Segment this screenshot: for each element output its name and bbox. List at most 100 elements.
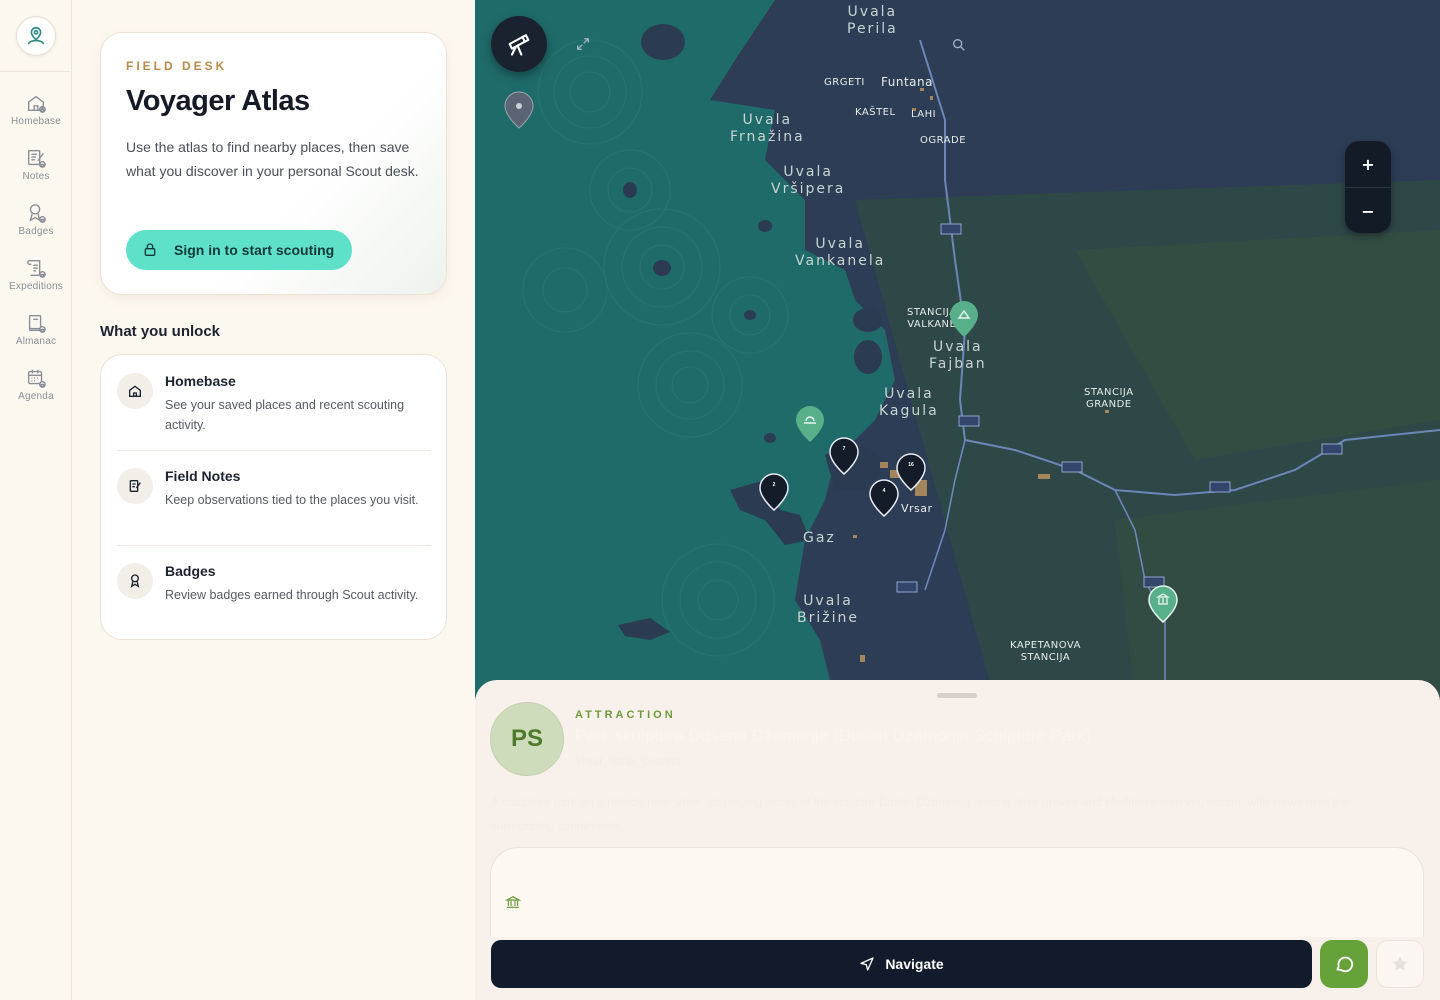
card-description: Use the atlas to find nearby places, the… xyxy=(126,139,419,179)
map-label-kapetanova: KAPETANOVA STANCIJA xyxy=(1010,640,1081,663)
map-label-kagula: Uvala Kagula xyxy=(879,386,939,419)
notes-icon xyxy=(27,149,46,168)
place-category: ATTRACTION xyxy=(575,709,676,721)
museum-icon xyxy=(505,895,521,908)
app-logo-button[interactable] xyxy=(16,16,56,56)
unlock-icon xyxy=(117,468,153,504)
map-label-kastel: KAŠTEL xyxy=(855,107,896,118)
home-icon xyxy=(129,385,141,397)
rail-label: Expeditions xyxy=(9,281,63,292)
rail-label: Almanac xyxy=(15,336,57,347)
chat-bubble-icon xyxy=(1336,956,1354,973)
rail-item-expeditions[interactable]: Expeditions xyxy=(0,255,72,305)
card-title: Voyager Atlas xyxy=(126,85,310,117)
cluster-count: 7 xyxy=(842,446,846,452)
unlock-icon xyxy=(117,373,153,409)
navigate-label: Navigate xyxy=(885,956,944,972)
side-panel: FIELD DESK Voyager Atlas Use the atlas t… xyxy=(72,0,475,1000)
notes-icon xyxy=(129,480,141,492)
navigation-arrow-icon xyxy=(860,957,874,971)
unlock-list: Homebase See your saved places and recen… xyxy=(100,354,447,640)
rail-item-agenda[interactable]: Agenda xyxy=(0,365,72,415)
scout-telescope-button[interactable] xyxy=(491,16,547,72)
unlock-title: Field Notes xyxy=(165,468,241,484)
map-label-ograde: OGRADE xyxy=(920,135,967,146)
cluster-pin[interactable]: 2 xyxy=(758,472,790,512)
unlock-title: Homebase xyxy=(165,373,236,389)
rail-item-homebase[interactable]: Homebase xyxy=(0,90,72,140)
rail-item-notes[interactable]: Notes xyxy=(0,145,72,195)
sheet-handle[interactable] xyxy=(937,693,977,698)
rail-label: Homebase xyxy=(11,116,61,127)
cluster-marker-icon xyxy=(869,479,899,517)
card-eyebrow: FIELD DESK xyxy=(126,59,228,73)
badge-icon xyxy=(130,574,140,588)
poi-pin-beach[interactable] xyxy=(794,404,826,444)
cluster-count: 2 xyxy=(772,482,776,488)
field-desk-card: FIELD DESK Voyager Atlas Use the atlas t… xyxy=(100,32,447,295)
place-description: A sculpture park on a hillside near Vrsa… xyxy=(491,795,1350,833)
star-icon xyxy=(1392,956,1408,971)
map-label-grgeti: GRGETI xyxy=(824,77,865,88)
unlock-heading: What you unlock xyxy=(100,323,220,340)
book-icon xyxy=(28,314,46,333)
unlock-icon xyxy=(117,563,153,599)
place-avatar: PS xyxy=(490,702,564,776)
cluster-pin[interactable]: 7 xyxy=(828,436,860,476)
divider xyxy=(117,450,431,451)
map-label-fajban: Uvala Fajban xyxy=(929,339,987,372)
map-label-funtana: Funtana xyxy=(881,75,933,89)
user-location-pin[interactable] xyxy=(503,90,535,130)
calendar-icon xyxy=(27,369,46,388)
cluster-marker-icon xyxy=(759,473,789,511)
zoom-in-button[interactable]: + xyxy=(1345,141,1391,187)
map-label-frnazina: Uvala Frnažina xyxy=(730,112,805,145)
sign-in-label: Sign in to start scouting xyxy=(174,242,335,258)
unlock-desc: See your saved places and recent scoutin… xyxy=(165,398,405,432)
unlock-desc: Review badges earned through Scout activ… xyxy=(165,588,419,602)
navigate-button[interactable]: Navigate xyxy=(491,940,1312,988)
map-label-perila: Uvala Perila xyxy=(847,4,898,37)
place-info-box xyxy=(490,847,1424,937)
rail-item-almanac[interactable]: Almanac xyxy=(0,310,72,360)
map-label-gaz: Gaz xyxy=(803,530,836,546)
nav-rail: Homebase Notes Badges Expeditions Almana… xyxy=(0,0,72,1000)
map-label-vrsipera: Uvala Vršipera xyxy=(771,164,846,197)
unlock-desc: Keep observations tied to the places you… xyxy=(165,493,419,507)
map-label-vrsar: Vrsar xyxy=(901,502,933,515)
expand-icon[interactable] xyxy=(575,36,591,52)
divider xyxy=(117,545,431,546)
rail-divider xyxy=(0,71,72,72)
map-label-vankanela: Uvala Vankanela xyxy=(795,236,886,269)
cluster-pin[interactable]: 4 xyxy=(868,478,900,518)
telescope-icon xyxy=(508,34,530,56)
rail-item-badges[interactable]: Badges xyxy=(0,200,72,250)
rail-label: Agenda xyxy=(18,391,54,402)
home-icon xyxy=(27,95,46,113)
scroll-icon xyxy=(27,259,46,278)
map-label-stancija-grande: STANCIJA GRANDE xyxy=(1084,387,1134,410)
zoom-out-button[interactable]: − xyxy=(1345,188,1391,234)
map-pin-user-icon xyxy=(27,26,45,45)
cluster-marker-icon xyxy=(829,437,859,475)
poi-pin-museum[interactable] xyxy=(1147,584,1179,624)
place-title: Park skulptura Dušana Džamonje (Dusan Dz… xyxy=(575,726,1091,745)
chat-button[interactable] xyxy=(1320,940,1368,988)
poi-pin-camping[interactable] xyxy=(948,299,980,339)
map-label-brizine: Uvala Brižine xyxy=(797,593,859,626)
cluster-count: 4 xyxy=(882,488,886,494)
cluster-count: 16 xyxy=(908,462,914,468)
sign-in-button[interactable]: Sign in to start scouting xyxy=(126,230,352,270)
place-sheet: PS ATTRACTION Park skulptura Dušana Džam… xyxy=(475,680,1440,1000)
zoom-controls: + − xyxy=(1345,141,1391,233)
rail-label: Badges xyxy=(18,226,54,237)
rail-label: Notes xyxy=(22,171,50,182)
map-label-lahi: LAHI xyxy=(911,109,937,120)
search-icon[interactable] xyxy=(951,37,967,53)
badge-icon xyxy=(29,204,46,223)
unlock-title: Badges xyxy=(165,563,216,579)
favorite-button[interactable] xyxy=(1376,940,1424,988)
lock-icon xyxy=(144,243,156,256)
map-view[interactable]: Uvala Perila Uvala Frnažina Uvala Vršipera … xyxy=(475,0,1440,700)
place-subtitle: Vrsar, Istria, Croatia xyxy=(575,754,681,768)
